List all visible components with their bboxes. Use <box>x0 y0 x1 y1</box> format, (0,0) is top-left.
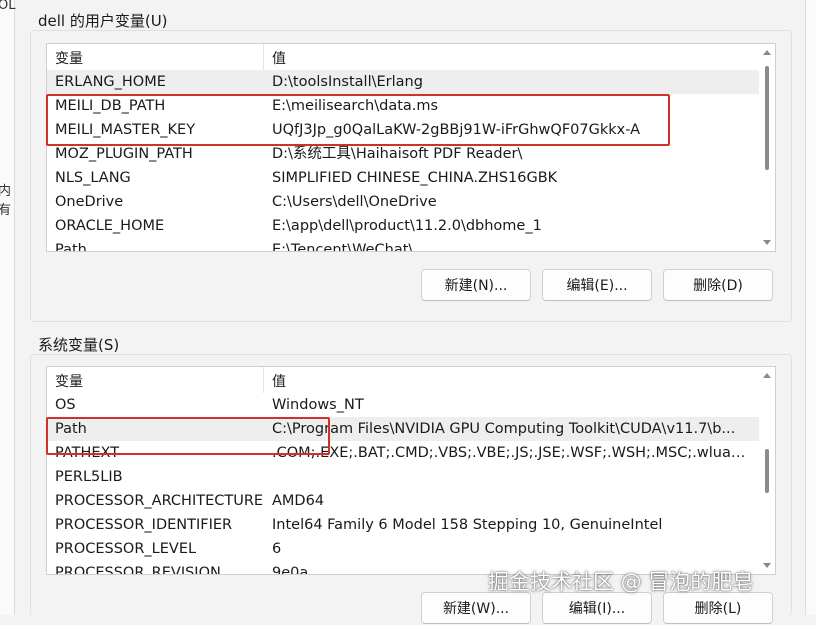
variable-value: D:\系统工具\Haihaisoft PDF Reader\ <box>272 146 523 162</box>
variable-value: D:\toolsInstall\Erlang <box>272 74 423 90</box>
variable-name: OneDrive <box>55 194 124 210</box>
variable-name: PROCESSOR_IDENTIFIER <box>55 517 233 533</box>
list-header: 变量 值 <box>47 44 759 70</box>
list-rows: OS Windows_NT Path C:\Program Files\NVID… <box>47 393 759 575</box>
background-window-edge: OL 内有 <box>0 0 15 615</box>
variable-name: PATHEXT <box>55 445 120 461</box>
variable-name: PROCESSOR_LEVEL <box>55 541 197 557</box>
table-row[interactable]: PROCESSOR_IDENTIFIER Intel64 Family 6 Mo… <box>47 513 759 537</box>
table-row[interactable]: PROCESSOR_ARCHITECTURE AMD64 <box>47 489 759 513</box>
variable-value: .COM;.EXE;.BAT;.CMD;.VBS;.VBE;.JS;.JSE;.… <box>272 445 750 461</box>
background-window-edge <box>805 0 816 615</box>
background-text-fragment: 内有 <box>0 184 12 218</box>
column-header-value[interactable]: 值 <box>272 371 286 391</box>
variable-name: OS <box>55 397 76 413</box>
variable-value: C:\Users\dell\OneDrive <box>272 194 437 210</box>
system-new-button[interactable]: 新建(W)... <box>421 592 531 624</box>
table-row[interactable]: PATHEXT .COM;.EXE;.BAT;.CMD;.VBS;.VBE;.J… <box>47 441 759 465</box>
user-variables-list[interactable]: 变量 值 ERLANG_HOME D:\toolsInstall\Erlang … <box>46 43 776 252</box>
variable-value: Windows_NT <box>272 397 364 413</box>
variable-value: UQfJ3Jp_g0QalLaKW-2gBBj91W-iFrGhwQF07Gkk… <box>272 122 641 138</box>
variable-name: MOZ_PLUGIN_PATH <box>55 146 193 162</box>
table-row[interactable]: NLS_LANG SIMPLIFIED CHINESE_CHINA.ZHS16G… <box>47 166 759 190</box>
scroll-up-arrow-icon[interactable] <box>763 373 771 378</box>
variable-name: PROCESSOR_REVISION <box>55 565 221 575</box>
variable-value: C:\Program Files\NVIDIA GPU Computing To… <box>272 421 736 437</box>
column-header-variable[interactable]: 变量 <box>55 48 83 68</box>
background-text-fragment: OL <box>0 0 16 13</box>
table-row[interactable]: MOZ_PLUGIN_PATH D:\系统工具\Haihaisoft PDF R… <box>47 142 759 166</box>
scrollbar-thumb[interactable] <box>765 449 769 493</box>
variable-value: AMD64 <box>272 493 325 509</box>
table-row[interactable]: MEILI_DB_PATH E:\meilisearch\data.ms <box>47 94 759 118</box>
variable-name: MEILI_MASTER_KEY <box>55 122 196 138</box>
table-row[interactable]: OneDrive C:\Users\dell\OneDrive <box>47 190 759 214</box>
variable-value: Intel64 Family 6 Model 158 Stepping 10, … <box>272 517 663 533</box>
table-row[interactable]: Path E:\Tencent\WeChat\... <box>47 238 759 252</box>
variable-value: E:\app\dell\product\11.2.0\dbhome_1 <box>272 218 542 234</box>
variable-value: E:\Tencent\WeChat\... <box>272 242 428 252</box>
scroll-down-arrow-icon[interactable] <box>763 563 771 568</box>
table-row[interactable]: OS Windows_NT <box>47 393 759 417</box>
scroll-up-arrow-icon[interactable] <box>763 50 771 55</box>
column-divider[interactable] <box>263 367 264 393</box>
variable-name: Path <box>55 421 87 437</box>
scroll-down-arrow-icon[interactable] <box>763 240 771 245</box>
column-divider[interactable] <box>263 44 264 70</box>
system-edit-button[interactable]: 编辑(I)... <box>542 592 652 624</box>
table-row[interactable]: MEILI_MASTER_KEY UQfJ3Jp_g0QalLaKW-2gBBj… <box>47 118 759 142</box>
list-rows: ERLANG_HOME D:\toolsInstall\Erlang MEILI… <box>47 70 759 252</box>
system-variables-list[interactable]: 变量 值 OS Windows_NT Path C:\Program Files… <box>46 366 776 575</box>
table-row[interactable]: PERL5LIB <box>47 465 759 489</box>
variable-value: E:\meilisearch\data.ms <box>272 98 439 114</box>
table-row[interactable]: ERLANG_HOME D:\toolsInstall\Erlang <box>47 70 759 94</box>
user-variables-title: dell 的用户变量(U) <box>38 12 168 30</box>
vertical-scrollbar[interactable] <box>759 44 775 251</box>
variable-value: 6 <box>272 541 282 557</box>
variable-name: Path <box>55 242 87 252</box>
column-header-variable[interactable]: 变量 <box>55 371 83 391</box>
watermark: 掘金技术社区 @ 冒泡的肥皂 <box>488 570 754 594</box>
table-row[interactable]: Path C:\Program Files\NVIDIA GPU Computi… <box>47 417 759 441</box>
column-header-value[interactable]: 值 <box>272 48 286 68</box>
list-header: 变量 值 <box>47 367 759 393</box>
variable-name: ORACLE_HOME <box>55 218 165 234</box>
user-edit-button[interactable]: 编辑(E)... <box>542 269 652 301</box>
variable-name: PROCESSOR_ARCHITECTURE <box>55 493 263 509</box>
scrollbar-thumb[interactable] <box>765 66 769 170</box>
user-new-button[interactable]: 新建(N)... <box>421 269 531 301</box>
variable-name: NLS_LANG <box>55 170 131 186</box>
system-variables-title: 系统变量(S) <box>38 336 120 354</box>
table-row[interactable]: ORACLE_HOME E:\app\dell\product\11.2.0\d… <box>47 214 759 238</box>
variable-name: MEILI_DB_PATH <box>55 98 166 114</box>
variable-name: PERL5LIB <box>55 469 123 485</box>
table-row[interactable]: PROCESSOR_LEVEL 6 <box>47 537 759 561</box>
system-delete-button[interactable]: 删除(L) <box>663 592 773 624</box>
variable-name: ERLANG_HOME <box>55 74 166 90</box>
variable-value: SIMPLIFIED CHINESE_CHINA.ZHS16GBK <box>272 170 558 186</box>
user-delete-button[interactable]: 删除(D) <box>663 269 773 301</box>
vertical-scrollbar[interactable] <box>759 367 775 574</box>
